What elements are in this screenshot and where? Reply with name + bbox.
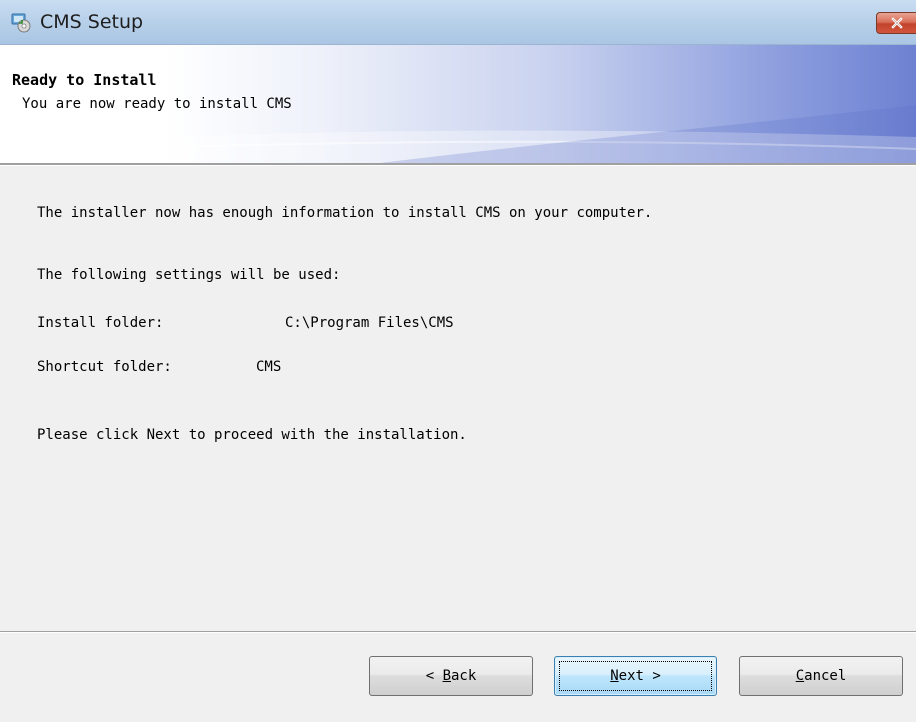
title-bar[interactable]: CMS Setup (0, 0, 916, 45)
install-folder-value: C:\Program Files\CMS (285, 315, 454, 331)
window-title: CMS Setup (40, 11, 144, 33)
setup-window: CMS Setup Ready to Install You are now r… (0, 0, 916, 722)
footer-divider (0, 631, 916, 633)
install-folder-label: Install folder: (37, 315, 164, 331)
instruction-text: Please click Next to proceed with the in… (37, 427, 467, 443)
settings-heading: The following settings will be used: (37, 267, 341, 283)
back-button[interactable]: < Back (369, 656, 533, 696)
page-title: Ready to Install (12, 71, 157, 89)
back-button-label: < Back (425, 668, 477, 684)
header-divider (0, 163, 916, 166)
installer-app-icon (11, 13, 31, 33)
shortcut-folder-label: Shortcut folder: (37, 359, 172, 375)
close-button[interactable] (876, 12, 916, 34)
cancel-button[interactable]: Cancel (739, 656, 903, 696)
intro-text: The installer now has enough information… (37, 205, 653, 221)
close-icon (891, 17, 903, 29)
header-banner: Ready to Install You are now ready to in… (0, 45, 916, 163)
cancel-button-label: Cancel (795, 668, 847, 684)
shortcut-folder-value: CMS (256, 359, 282, 375)
page-subtitle: You are now ready to install CMS (22, 96, 292, 112)
next-button-label: Next > (610, 668, 661, 684)
next-button[interactable]: Next > (554, 656, 717, 696)
